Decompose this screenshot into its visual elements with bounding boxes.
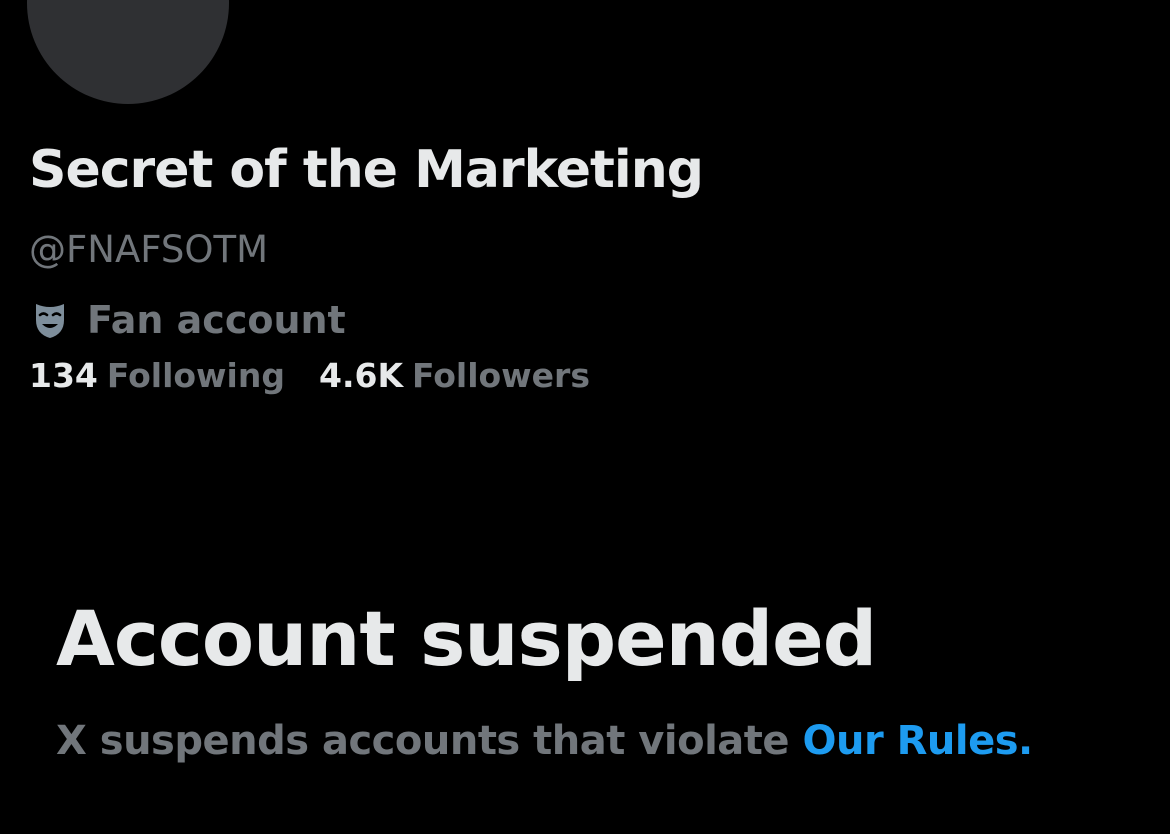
followers-count: 4.6K xyxy=(318,356,404,395)
profile-handle: @FNAFSOTM xyxy=(29,228,269,271)
avatar[interactable] xyxy=(27,0,229,104)
category-label: Fan account xyxy=(87,298,346,342)
suspension-description: X suspends accounts that violate Our Rul… xyxy=(56,718,1033,764)
followers-stat[interactable]: 4.6K Followers xyxy=(319,356,590,395)
profile-stats: 134 Following 4.6K Followers xyxy=(29,356,590,395)
profile-category: Fan account xyxy=(31,298,346,342)
following-stat[interactable]: 134 Following xyxy=(29,356,285,395)
profile-display-name: Secret of the Marketing xyxy=(29,140,704,200)
theater-masks-icon xyxy=(31,300,69,340)
our-rules-link[interactable]: Our Rules xyxy=(802,718,1018,764)
suspension-title: Account suspended xyxy=(56,594,877,683)
following-label: Following xyxy=(106,356,285,395)
suspension-description-text: X suspends accounts that violate xyxy=(56,718,790,764)
suspension-trailing-period: . xyxy=(1018,718,1033,764)
following-count: 134 xyxy=(29,356,98,395)
followers-label: Followers xyxy=(412,356,590,395)
